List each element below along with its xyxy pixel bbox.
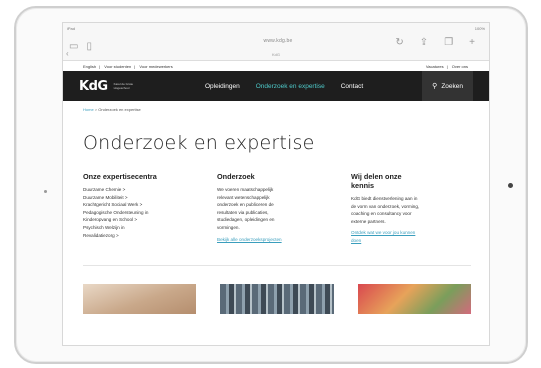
onderzoek-text-line: We voeren maatschappelijk [217,187,274,192]
utility-right: Vacatures | Over ons [425,63,468,69]
onderzoek-text-line: vormingen. [217,224,240,230]
logo-subtitle: Karel de Grote Hogeschool [113,82,134,90]
teaser-image[interactable] [220,283,334,314]
content-columns: Onze expertisecentra Duurzame Chemie > D… [63,154,489,245]
kennis-link[interactable]: Ontdek wat we voor jou kunnen doen [351,229,471,244]
nav-item-contact[interactable]: Contact [333,83,371,90]
kennis-link-line: Ontdek wat we voor jou kunnen [351,230,416,236]
kennis-heading: Wij delen onze kennis [351,172,471,190]
util-link-over-ons[interactable]: Over ons [452,64,468,69]
utility-left: English | Voor studenten | Voor medewerker… [83,63,173,69]
nav-item-onderzoek[interactable]: Onderzoek en expertise [248,83,333,90]
bookmarks-icon[interactable]: ▯ [86,41,92,52]
search-label: Zoeken [441,82,463,90]
back-chevron-icon[interactable]: ‹ [66,49,69,58]
sidebar-icon[interactable]: ▭ [69,41,78,52]
status-bar: iPad 100% [63,23,489,33]
expertise-link[interactable]: Duurzame Chemie > [83,186,203,194]
onderzoek-text-line: onderzoek en publiceren de [217,202,274,208]
page-title: Onderzoek en expertise [83,132,315,154]
expertise-link[interactable]: Pedagogische Ondersteuning in [83,209,203,217]
kennis-text-line: de vorm van onderzoek, vorming, [351,203,420,209]
logo-mark: KdG [79,78,108,94]
expertise-link[interactable]: Krachtgericht Sociaal Werk > [83,201,203,209]
teaser-images [63,266,489,314]
tablet-screen: iPad 100% ▭ ▯ www.kdg.be KdG ↻ ⇪ ❐ + ‹ E… [62,22,490,346]
expertise-link[interactable]: Revalidatiezorg > [83,232,203,240]
logo[interactable]: KdG Karel de Grote Hogeschool [79,79,179,94]
expertise-link[interactable]: Duurzame Mobiliteit > [83,194,203,202]
search-button[interactable]: ⚲ Zoeken [422,71,473,101]
nav-item-opleidingen[interactable]: Opleidingen [197,83,248,90]
kennis-heading-line: kennis [351,181,375,190]
util-link-studenten[interactable]: Voor studenten [104,64,131,69]
expertise-list: Duurzame Chemie > Duurzame Mobiliteit > … [83,186,203,239]
onderzoek-text-line: studiedagen, opleidingen en [217,217,275,223]
onderzoeksprojecten-link[interactable]: Bekijk alle onderzoeksprojecten [217,236,337,244]
kennis-link-line: doen [351,237,362,243]
kennis-text-line: externe partners. [351,218,386,224]
status-left: iPad [67,25,76,31]
search-icon: ⚲ [432,83,438,90]
util-link-vacatures[interactable]: Vacatures [426,64,444,69]
breadcrumb-home[interactable]: Home [83,107,94,112]
home-button[interactable] [508,183,513,188]
teaser-image[interactable] [83,283,197,314]
battery-indicator: 100% [474,25,485,31]
util-link-medewerkers[interactable]: Voor medewerkers [139,64,172,69]
onderzoek-text-line: resultaten via publicaties, [217,209,269,215]
teaser-image[interactable] [357,283,471,314]
main-navigation: KdG Karel de Grote Hogeschool Opleidinge… [63,71,489,101]
kennis-column: Wij delen onze kennis KdG biedt dienstve… [351,172,471,245]
onderzoek-text-line: relevant wetenschappelijk [217,194,270,200]
onderzoek-heading: Onderzoek [217,172,255,181]
expertise-link[interactable]: Kinderopvang en School > [83,216,203,224]
share-icon[interactable]: ⇪ [420,38,428,48]
expertise-heading: Onze expertisecentra [83,172,157,181]
utility-bar: English | Voor studenten | Voor medewerker… [63,61,489,71]
tabs-icon[interactable]: ❐ [444,38,453,48]
add-tab-icon[interactable]: + [469,38,475,48]
tab-title: KdG [271,52,280,57]
breadcrumb-separator: > [94,107,98,112]
kennis-heading-line: Wij delen onze [351,172,402,181]
breadcrumb: Home > Onderzoek en expertise [63,101,489,112]
reload-icon[interactable]: ↻ [395,38,403,48]
browser-toolbar: ▭ ▯ www.kdg.be KdG ↻ ⇪ ❐ + ‹ [63,33,489,61]
expertise-link[interactable]: Psychisch Welzijn in [83,224,203,232]
url-field[interactable]: www.kdg.be [193,38,363,48]
onderzoek-column: Onderzoek We voeren maatschappelijk rele… [217,172,337,245]
expertise-column: Onze expertisecentra Duurzame Chemie > D… [83,172,203,245]
kennis-text-line: KdG biedt dienstverlening aan in [351,196,418,201]
kennis-text-line: coaching en consultancy voor [351,211,412,217]
breadcrumb-current: Onderzoek en expertise [98,107,141,112]
camera-dot [44,190,47,193]
util-link-english[interactable]: English [83,64,96,69]
